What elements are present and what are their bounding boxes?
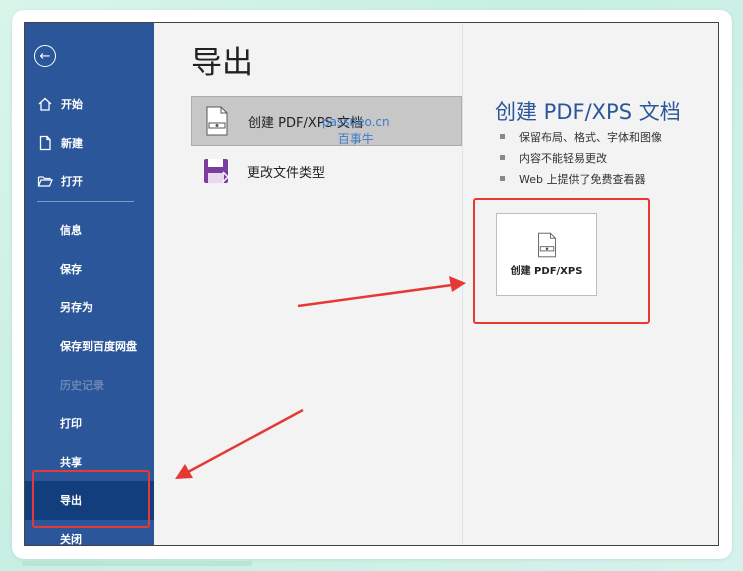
watermark-line-1: passneo.cn: [322, 115, 390, 129]
annotation-highlight-create-button: [473, 198, 650, 324]
sidebar-item-save-as[interactable]: 另存为: [25, 288, 154, 327]
bullet-item: 内容不能轻易更改: [500, 147, 662, 168]
bullet-item: Web 上提供了免费查看器: [500, 168, 662, 189]
home-icon: [38, 97, 52, 111]
detail-bullets: 保留布局、格式、字体和图像 内容不能轻易更改 Web 上提供了免费查看器: [500, 126, 662, 189]
bullet-square: [500, 176, 505, 181]
annotation-highlight-export: [32, 470, 150, 528]
sidebar-item-open[interactable]: 打开: [25, 162, 154, 201]
sidebar-item-info[interactable]: 信息: [25, 211, 154, 250]
change-file-type-icon: [204, 159, 229, 183]
sidebar-item-save[interactable]: 保存: [25, 250, 154, 289]
pdf-document-icon: [206, 106, 228, 136]
sidebar-item-print[interactable]: 打印: [25, 404, 154, 443]
bullet-item: 保留布局、格式、字体和图像: [500, 126, 662, 147]
detail-title: 创建 PDF/XPS 文档: [495, 100, 681, 124]
sidebar-item-home[interactable]: 开始: [25, 85, 154, 124]
sidebar-top-nav: 开始 新建 打开: [25, 85, 154, 201]
open-folder-icon: [37, 176, 53, 187]
backstage-sidebar: ← 开始 新建 打开 信息 保存 另存为 保存到百度网盘 历史记录 打印 共享: [25, 23, 154, 545]
decorative-strip: [22, 561, 252, 566]
bullet-text: Web 上提供了免费查看器: [519, 172, 646, 186]
sidebar-item-label: 开始: [61, 98, 83, 112]
sidebar-item-label: 打开: [61, 175, 83, 189]
sidebar-divider: [37, 201, 134, 202]
new-document-icon: [39, 135, 51, 150]
sidebar-item-label: 新建: [61, 136, 83, 150]
watermark: passneo.cn 百事牛: [322, 114, 390, 148]
sidebar-item-history: 历史记录: [60, 378, 104, 392]
bullet-square: [500, 134, 505, 139]
option-label: 更改文件类型: [247, 165, 326, 181]
sidebar-item-save-to-baidu[interactable]: 保存到百度网盘: [25, 327, 154, 366]
bullet-square: [500, 155, 505, 160]
watermark-line-2: 百事牛: [337, 132, 374, 146]
bullet-text: 内容不能轻易更改: [519, 151, 607, 165]
bullet-text: 保留布局、格式、字体和图像: [519, 130, 662, 144]
sidebar-item-new[interactable]: 新建: [25, 124, 154, 163]
option-change-file-type[interactable]: 更改文件类型: [191, 146, 462, 196]
page-title: 导出: [191, 45, 253, 81]
panel-divider: [462, 23, 463, 545]
back-arrow-icon[interactable]: ←: [34, 45, 56, 67]
